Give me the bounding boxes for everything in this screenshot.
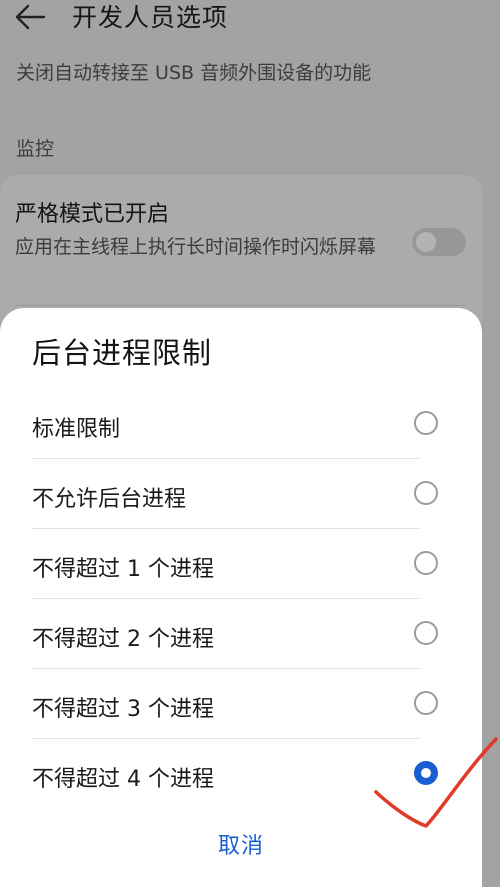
radio-max-3-processes[interactable] (414, 691, 438, 715)
strict-mode-title: 严格模式已开启 (15, 202, 170, 227)
usb-audio-setting-label[interactable]: 关闭自动转接至 USB 音频外围设备的功能 (16, 58, 371, 85)
card-divider (15, 305, 465, 306)
radio-max-2-processes[interactable] (414, 621, 438, 645)
dialog-title: 后台进程限制 (32, 336, 213, 370)
back-arrow-icon[interactable] (14, 0, 50, 36)
section-label-monitoring: 监控 (16, 138, 55, 160)
red-check-mark-annotation (374, 737, 498, 828)
radio-max-1-process[interactable] (414, 551, 438, 575)
option-label: 标准限制 (32, 417, 121, 442)
option-max-1-process[interactable]: 不得超过 1 个进程 (32, 529, 450, 599)
strict-mode-description: 应用在主线程上执行长时间操作时闪烁屏幕 (15, 236, 377, 258)
option-max-3-processes[interactable]: 不得超过 3 个进程 (32, 669, 450, 739)
option-standard-limit[interactable]: 标准限制 (32, 389, 450, 459)
toggle-knob (416, 232, 436, 252)
header: 开发人员选项 (0, 0, 500, 40)
page-title: 开发人员选项 (72, 3, 229, 32)
radio-standard-limit[interactable] (414, 411, 438, 435)
option-label: 不允许后台进程 (32, 487, 187, 512)
strict-mode-toggle[interactable] (412, 228, 466, 256)
cancel-button[interactable]: 取消 (0, 828, 482, 860)
option-max-2-processes[interactable]: 不得超过 2 个进程 (32, 599, 450, 669)
option-label: 不得超过 4 个进程 (32, 767, 214, 792)
option-label: 不得超过 3 个进程 (32, 697, 214, 722)
option-label: 不得超过 1 个进程 (32, 557, 214, 582)
option-label: 不得超过 2 个进程 (32, 627, 214, 652)
option-no-background[interactable]: 不允许后台进程 (32, 459, 450, 529)
radio-no-background[interactable] (414, 481, 438, 505)
